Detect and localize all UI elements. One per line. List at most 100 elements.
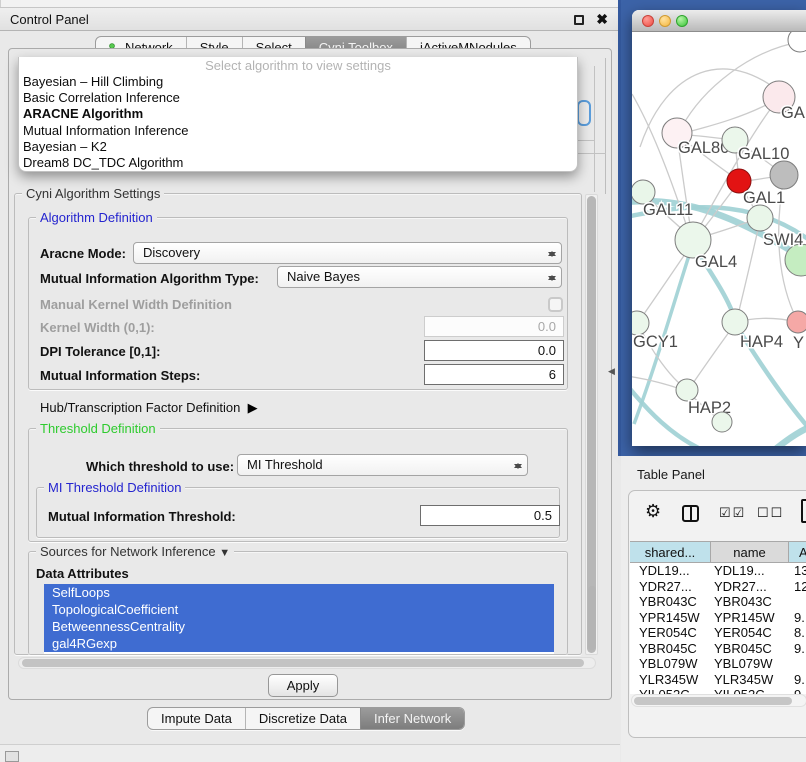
aracne-mode-value: Discovery	[143, 245, 200, 260]
network-node-hap4[interactable]	[722, 309, 748, 335]
table-cell: 9.	[789, 672, 806, 688]
kernel-width-input[interactable]	[424, 316, 564, 337]
apply-button[interactable]: Apply	[268, 674, 338, 697]
column-header-shared[interactable]: shared...	[630, 542, 711, 562]
mi-threshold-input[interactable]	[420, 505, 560, 526]
expanded-arrow-icon[interactable]: ▼	[219, 547, 230, 559]
algorithm-option[interactable]: Basic Correlation Inference	[19, 90, 577, 106]
network-node[interactable]	[788, 32, 806, 52]
tab-impute-data-label: Impute Data	[161, 708, 232, 730]
settings-horizontal-scrollbar[interactable]	[18, 657, 596, 669]
node-label: GAL1	[743, 189, 785, 207]
which-threshold-label: Which threshold to use:	[86, 459, 234, 474]
table-row[interactable]: YDL19...YDL19...13	[630, 563, 806, 579]
scrollbar-thumb[interactable]	[22, 659, 584, 667]
table-row[interactable]: YBL079WYBL079W	[630, 656, 806, 672]
network-node-gcy1[interactable]	[632, 311, 649, 335]
zoom-traffic-light-icon[interactable]	[676, 15, 688, 27]
network-node[interactable]	[770, 161, 798, 189]
scrollbar-thumb[interactable]	[587, 196, 596, 653]
table-rows: YDL19...YDL19...13YDR27...YDR27...12YBR0…	[630, 563, 806, 694]
table-horizontal-scrollbar[interactable]	[631, 694, 806, 707]
column-header-name[interactable]: name	[711, 542, 789, 562]
data-attributes-list[interactable]: SelfLoopsTopologicalCoefficientBetweenne…	[44, 584, 554, 654]
table-cell: 9.	[789, 687, 806, 694]
algorithm-option[interactable]: Dream8 DC_TDC Algorithm	[19, 155, 577, 171]
network-window-titlebar[interactable]	[632, 10, 806, 32]
table-row[interactable]: YER054CYER054C8.	[630, 625, 806, 641]
node-label: GAL11	[643, 201, 693, 219]
algorithm-option[interactable]: Mutual Information Inference	[19, 123, 577, 139]
dpi-tolerance-input[interactable]	[424, 340, 564, 361]
network-node-gal1[interactable]	[747, 205, 773, 231]
tab-discretize-data[interactable]: Discretize Data	[245, 708, 360, 729]
network-view-window: GALGAL80GAL10GAL1GAL11SWI4GAL4GCY1HAP4YH…	[632, 10, 806, 446]
collapsed-arrow-icon[interactable]: ▶	[248, 400, 258, 416]
table-row[interactable]: YLR345WYLR345W9.	[630, 672, 806, 688]
table-row[interactable]: YIL052CYIL052C9.	[630, 687, 806, 694]
attribute-list-item[interactable]: SelfLoops	[44, 584, 554, 601]
table-panel-title: Table Panel	[637, 467, 705, 482]
network-node[interactable]	[712, 412, 732, 432]
checked-boxes-icon[interactable]: ☑☑	[719, 505, 746, 521]
document-icon[interactable]	[801, 499, 806, 523]
hub-definition-toggle[interactable]: Hub/Transcription Factor Definition ▶	[40, 400, 258, 416]
groupbox-fragment-line	[578, 140, 595, 141]
table-row[interactable]: YBR043CYBR043C	[630, 594, 806, 610]
table-cell: 13	[789, 563, 806, 579]
table-row[interactable]: YDR27...YDR27...12	[630, 579, 806, 595]
node-label: GAL4	[695, 253, 737, 271]
scrollbar-thumb[interactable]	[634, 697, 792, 705]
sources-title-label: Sources for Network Inference	[40, 544, 216, 559]
table-cell	[789, 594, 806, 610]
mi-threshold-label: Mutual Information Threshold:	[48, 509, 236, 524]
network-canvas[interactable]: GALGAL80GAL10GAL1GAL11SWI4GAL4GCY1HAP4YH…	[632, 32, 806, 446]
unchecked-boxes-icon[interactable]: ☐☐	[757, 505, 784, 521]
tab-discretize-data-label: Discretize Data	[259, 708, 347, 730]
combobox-arrows-icon	[513, 458, 522, 474]
network-node-hap2[interactable]	[676, 379, 698, 401]
close-icon[interactable]: ✖	[596, 11, 608, 28]
network-node-y[interactable]	[787, 311, 806, 333]
tab-impute-data[interactable]: Impute Data	[148, 708, 245, 729]
mi-steps-input[interactable]	[424, 364, 564, 385]
table-cell: YBL079W	[630, 656, 711, 672]
attribute-list-item[interactable]: BetweennessCentrality	[44, 618, 554, 635]
tab-infer-network[interactable]: Infer Network	[360, 708, 464, 729]
bottom-strip	[0, 745, 620, 762]
attribute-list-item[interactable]: TopologicalCoefficient	[44, 601, 554, 618]
focused-combobox-fragment[interactable]	[577, 100, 591, 126]
algorithm-option[interactable]: Bayesian – Hill Climbing	[19, 74, 577, 90]
float-window-icon[interactable]	[574, 15, 584, 25]
table-row[interactable]: YBR045CYBR045C9.	[630, 641, 806, 657]
table-cell: YIL052C	[630, 687, 711, 694]
mi-type-combobox[interactable]: Naive Bayes	[277, 266, 562, 288]
node-label: GAL10	[738, 145, 789, 163]
manual-kernel-label: Manual Kernel Width Definition	[40, 297, 232, 312]
columns-icon[interactable]	[682, 505, 699, 522]
algorithm-option[interactable]: Bayesian – K2	[19, 139, 577, 155]
close-traffic-light-icon[interactable]	[642, 15, 654, 27]
node-label: GAL	[781, 104, 806, 122]
table-cell: 8.	[789, 625, 806, 641]
gear-icon[interactable]: ⚙	[645, 501, 661, 522]
which-threshold-combobox[interactable]: MI Threshold	[237, 454, 528, 476]
aracne-mode-combobox[interactable]: Discovery	[133, 242, 562, 264]
dpi-tolerance-label: DPI Tolerance [0,1]:	[40, 344, 160, 359]
table-cell: YLR345W	[711, 672, 789, 688]
splitter-arrow-icon[interactable]: ◀	[608, 366, 615, 377]
attribute-list-item[interactable]: gal4RGexp	[44, 635, 554, 652]
sources-group-title[interactable]: Sources for Network Inference ▼	[36, 545, 234, 560]
manual-kernel-checkbox[interactable]	[548, 297, 563, 312]
table-cell: YBR045C	[630, 641, 711, 657]
minimize-traffic-light-icon[interactable]	[659, 15, 671, 27]
algorithm-definition-title: Algorithm Definition	[36, 211, 157, 225]
collapsed-panel-icon[interactable]	[5, 751, 19, 762]
attribute-list-scrollbar[interactable]	[588, 586, 596, 650]
node-label: HAP4	[740, 333, 783, 351]
algorithm-option[interactable]: ARACNE Algorithm	[19, 106, 577, 122]
column-header-clipped[interactable]: A	[789, 542, 806, 562]
table-row[interactable]: YPR145WYPR145W9.	[630, 610, 806, 626]
threshold-definition-title: Threshold Definition	[36, 422, 160, 436]
table-toolbar: ⚙ ☑☑ ☐☐	[629, 491, 806, 539]
